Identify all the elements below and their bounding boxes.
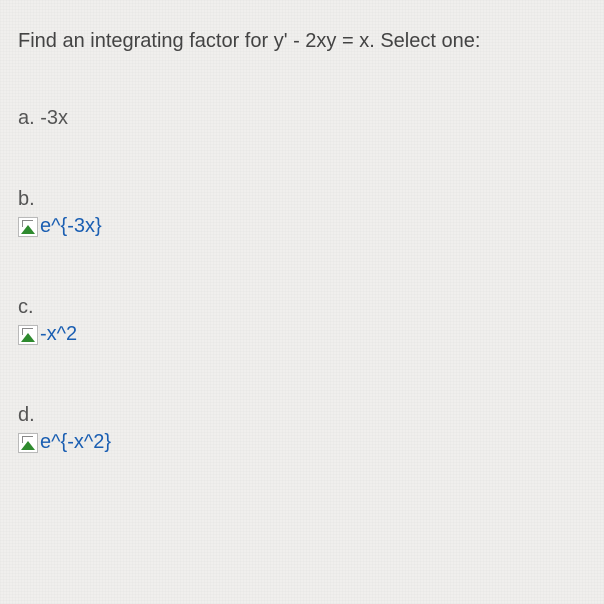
option-b-alt: e^{-3x} (40, 215, 102, 238)
option-c-label: c. (18, 296, 586, 319)
option-d[interactable]: d. e^{-x^2} (18, 404, 586, 454)
option-c-content: -x^2 (18, 323, 586, 346)
option-c[interactable]: c. -x^2 (18, 296, 586, 346)
option-a[interactable]: a. -3x (18, 107, 586, 130)
option-c-alt: -x^2 (40, 323, 77, 346)
option-d-alt: e^{-x^2} (40, 431, 111, 454)
option-a-label: a. -3x (18, 107, 68, 129)
broken-image-icon (18, 325, 38, 345)
question-text: Find an integrating factor for y' - 2xy … (18, 28, 586, 55)
broken-image-icon (18, 433, 38, 453)
broken-image-icon (18, 217, 38, 237)
option-d-content: e^{-x^2} (18, 431, 586, 454)
option-b-label: b. (18, 188, 586, 211)
option-b[interactable]: b. e^{-3x} (18, 188, 586, 238)
option-b-content: e^{-3x} (18, 215, 586, 238)
option-d-label: d. (18, 404, 586, 427)
